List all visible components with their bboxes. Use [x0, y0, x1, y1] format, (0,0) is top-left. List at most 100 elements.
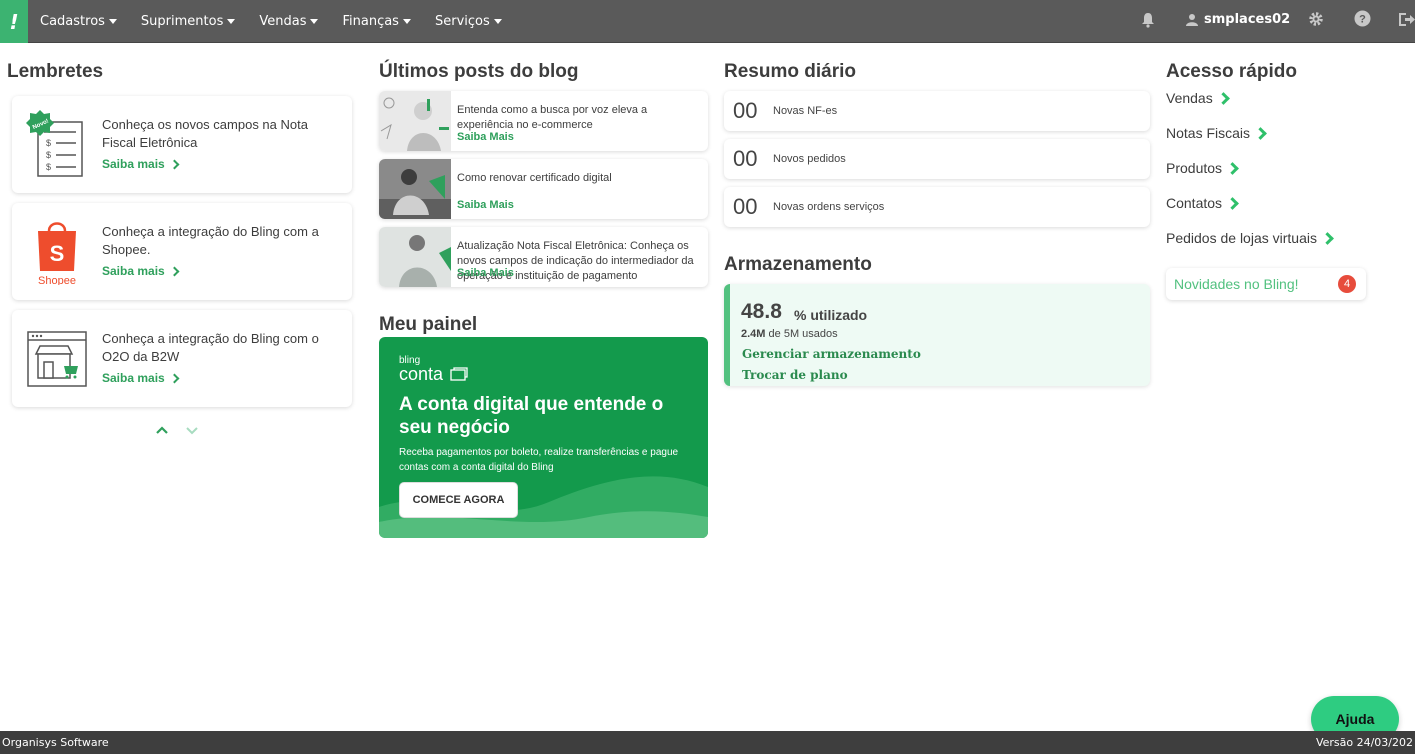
card-icon [450, 367, 468, 381]
svg-text:$: $ [46, 138, 51, 148]
summary-count: 00 [733, 146, 758, 171]
saiba-mais-link[interactable]: Saiba Mais [457, 267, 514, 279]
menu-suprimentos-label: Suprimentos [140, 14, 224, 29]
summary-label: Novos pedidos [773, 153, 846, 165]
caret-down-icon [402, 19, 411, 24]
summary-card[interactable]: 00 Novas ordens serviços [724, 187, 1150, 227]
summary-label: Novas NF-es [773, 105, 838, 117]
reminder-text: Conheça os novos campos na Nota Fiscal E… [102, 117, 308, 150]
svg-text:?: ? [1359, 14, 1366, 26]
summary-card[interactable]: 00 Novos pedidos [724, 139, 1150, 179]
comece-agora-button[interactable]: COMECE AGORA [399, 482, 518, 518]
menu-financas-label: Finanças [342, 14, 399, 29]
change-plan-link[interactable]: Trocar de plano [742, 368, 848, 382]
novidades-count-badge: 4 [1338, 275, 1356, 293]
caret-down-icon [108, 19, 117, 24]
meu-painel-title: Meu painel [379, 314, 478, 335]
reminder-text: Conheça a integração do Bling com a Shop… [102, 224, 319, 257]
blog-post-card[interactable]: Como renovar certificado digital Saiba M… [379, 159, 708, 219]
main-menu: Cadastros Suprimentos Vendas Finanças Se… [40, 0, 526, 43]
saiba-mais-link[interactable]: Saiba Mais [457, 131, 514, 143]
storefront-icon [27, 331, 87, 387]
manage-storage-link[interactable]: Gerenciar armazenamento [742, 347, 921, 361]
storage-used-value: 48.8 [741, 300, 782, 323]
invoice-icon: $ $ $ Novo! [26, 110, 83, 177]
menu-cadastros-label: Cadastros [40, 14, 105, 29]
chevron-down-icon[interactable] [185, 425, 199, 435]
top-navbar: ! Cadastros Suprimentos Vendas Finanças … [0, 0, 1415, 43]
menu-servicos[interactable]: Serviços [435, 14, 502, 29]
saiba-mais-link[interactable]: Saiba mais [102, 157, 180, 171]
banner-brand-text: conta [399, 364, 444, 384]
username: smplaces02 [1204, 12, 1291, 27]
quick-link-label: Produtos [1166, 160, 1223, 176]
user-icon [1186, 14, 1198, 26]
menu-vendas[interactable]: Vendas [259, 14, 319, 29]
chevron-right-icon [1254, 126, 1267, 140]
storage-used-amount: 2.4M de 5M usados [741, 328, 838, 340]
summary-card[interactable]: 00 Novas NF-es [724, 91, 1150, 131]
blog-post-thumbnail [379, 91, 451, 151]
shopee-label: Shopee [38, 275, 76, 285]
quick-link-notas-fiscais[interactable]: Notas Fiscais [1166, 125, 1267, 141]
chevron-right-icon [1321, 231, 1334, 245]
chevron-right-icon [1216, 91, 1230, 105]
reminder-text: Conheça a integração do Bling com o O2O … [102, 331, 319, 364]
quick-link-contatos[interactable]: Contatos [1166, 195, 1239, 211]
saiba-mais-link[interactable]: Saiba Mais [457, 199, 514, 211]
storage-of: de 5M usados [768, 328, 838, 340]
quick-link-produtos[interactable]: Produtos [1166, 160, 1239, 176]
saiba-mais-link[interactable]: Saiba mais [102, 371, 180, 385]
gear-icon[interactable] [1308, 11, 1324, 27]
blog-post-card[interactable]: Atualização Nota Fiscal Eletrônica: Conh… [379, 227, 708, 287]
reminder-card[interactable]: Conheça a integração do Bling com o O2O … [12, 310, 352, 407]
novidades-button[interactable]: Novidades no Bling! 4 [1166, 268, 1366, 300]
quick-link-vendas[interactable]: Vendas [1166, 90, 1230, 106]
chevron-right-icon [1226, 161, 1239, 175]
chevron-right-icon [1226, 196, 1239, 210]
quick-link-label: Contatos [1166, 195, 1223, 211]
bell-icon[interactable] [1141, 12, 1155, 28]
saiba-mais-label: Saiba mais [102, 157, 165, 171]
menu-financas[interactable]: Finanças [342, 14, 411, 29]
reminder-card[interactable]: $ $ $ Novo! Conheça os novos campos na N… [12, 96, 352, 193]
menu-suprimentos[interactable]: Suprimentos [140, 14, 236, 29]
help-icon[interactable]: ? [1354, 10, 1371, 27]
armazenamento-title: Armazenamento [724, 254, 872, 275]
storage-amount: 2.4M [741, 328, 766, 340]
bling-conta-banner[interactable]: bling conta A conta digital que entende … [379, 337, 708, 538]
blog-post-thumbnail [379, 227, 451, 287]
svg-text:S: S [50, 241, 65, 266]
storage-used-suffix: % utilizado [794, 307, 868, 323]
resumo-title: Resumo diário [724, 61, 856, 82]
banner-headline: A conta digital que entende o seu negóci… [399, 394, 664, 438]
shopee-icon: S Shopee [38, 222, 76, 285]
summary-count: 00 [733, 194, 758, 219]
footer-version: Versão 24/03/202 [1315, 736, 1413, 749]
blog-post-card[interactable]: Entenda como a busca por voz eleva a exp… [379, 91, 708, 151]
acesso-rapido-title: Acesso rápido [1166, 61, 1297, 82]
menu-cadastros[interactable]: Cadastros [40, 14, 117, 29]
logout-icon[interactable] [1398, 12, 1415, 27]
menu-servicos-label: Serviços [434, 14, 490, 29]
summary-label: Novas ordens serviços [773, 201, 885, 213]
blog-post-title: Como renovar certificado digital [457, 172, 612, 184]
svg-text:$: $ [46, 150, 51, 160]
reminder-card[interactable]: S Shopee Conheça a integração do Bling c… [12, 203, 352, 300]
chevron-right-icon [169, 373, 180, 383]
saiba-mais-label: Saiba mais [102, 264, 165, 278]
footer: Organisys Software Versão 24/03/202 [0, 731, 1415, 754]
chevron-up-icon[interactable] [155, 425, 169, 435]
blog-title: Últimos posts do blog [379, 61, 579, 82]
menu-vendas-label: Vendas [259, 14, 307, 29]
summary-count: 00 [733, 98, 758, 123]
svg-text:$: $ [46, 162, 51, 172]
bling-logo[interactable]: ! [0, 0, 28, 43]
quick-link-label: Vendas [1166, 90, 1213, 106]
user-menu[interactable]: smplaces02 [1186, 12, 1290, 27]
quick-link-label: Notas Fiscais [1166, 125, 1251, 141]
chevron-right-icon [169, 159, 180, 169]
banner-subtext: Receba pagamentos por boleto, realize tr… [399, 447, 679, 473]
quick-link-pedidos-lojas[interactable]: Pedidos de lojas virtuais [1166, 230, 1334, 246]
saiba-mais-link[interactable]: Saiba mais [102, 264, 180, 278]
